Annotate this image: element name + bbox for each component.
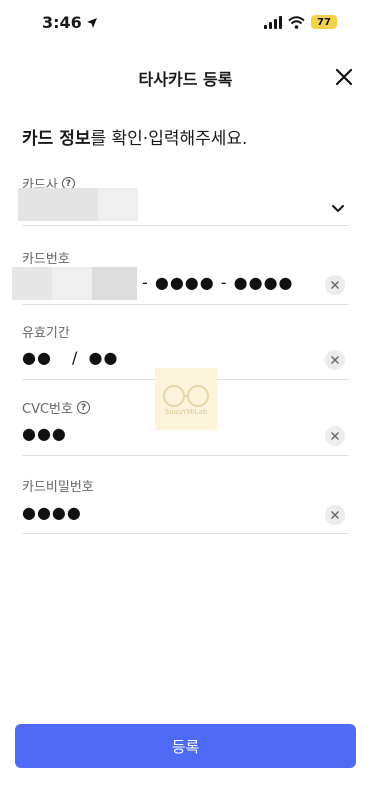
location-arrow-icon — [86, 17, 97, 28]
clear-icon — [331, 356, 339, 364]
clear-icon — [331, 432, 339, 440]
expiry-label-row: 유효기간 — [22, 322, 349, 341]
status-right: 77 — [264, 15, 337, 29]
cvc-clear-button[interactable] — [325, 426, 345, 446]
expiry-clear-button[interactable] — [325, 350, 345, 370]
help-icon[interactable]: ? — [76, 401, 90, 414]
card-number-redacted-3 — [92, 267, 137, 300]
wifi-icon — [288, 15, 305, 29]
battery-level: 77 — [317, 16, 331, 28]
register-button-label: 등록 — [171, 737, 200, 756]
chevron-down-icon[interactable] — [331, 204, 345, 214]
cvc-value: ●●● — [22, 424, 67, 443]
card-number-label-row: 카드번호 — [22, 248, 349, 267]
watermark-text: SuuuYMiLab — [164, 408, 208, 416]
password-clear-button[interactable] — [325, 505, 345, 525]
header: 타사카드 등록 — [0, 58, 371, 94]
intro-bold: 카드 정보 — [22, 129, 91, 149]
card-number-clear-button[interactable] — [325, 275, 345, 295]
expiry-year: ●● — [88, 348, 119, 367]
password-value: ●●●● — [22, 503, 82, 522]
intro-text: 카드 정보를 확인·입력해주세요. — [22, 124, 247, 149]
intro-rest: 를 확인·입력해주세요. — [90, 129, 248, 149]
card-company-redacted-2 — [98, 188, 138, 221]
password-label-row: 카드비밀번호 — [22, 476, 349, 495]
cellular-signal-icon — [264, 15, 282, 29]
page-title: 타사카드 등록 — [138, 70, 233, 89]
battery-icon: 77 — [311, 15, 337, 29]
clear-icon — [331, 511, 339, 519]
register-button[interactable]: 등록 — [15, 724, 356, 768]
password-label: 카드비밀번호 — [22, 480, 94, 495]
password-field[interactable]: 카드비밀번호 ●●●● — [22, 476, 349, 534]
expiry-month: ●● — [22, 348, 52, 367]
card-number-redacted-2 — [52, 267, 92, 300]
card-number-label: 카드번호 — [22, 252, 70, 267]
card-company-redacted — [18, 188, 98, 221]
card-number-redacted-1 — [12, 267, 52, 300]
clear-icon — [331, 281, 339, 289]
card-number-masked: - ●●●● - ●●●● — [142, 273, 294, 292]
status-time-text: 3:46 — [42, 13, 82, 32]
status-bar: 3:46 77 — [0, 0, 371, 48]
expiry-value: ●● / ●● — [22, 348, 118, 367]
watermark-logo: SuuuYMiLab — [155, 368, 217, 430]
cvc-label: CVC번호 — [22, 402, 73, 417]
close-icon — [335, 68, 353, 86]
expiry-separator: / — [72, 348, 79, 367]
close-button[interactable] — [333, 66, 355, 88]
status-time: 3:46 — [42, 13, 98, 32]
expiry-label: 유효기간 — [22, 326, 70, 341]
